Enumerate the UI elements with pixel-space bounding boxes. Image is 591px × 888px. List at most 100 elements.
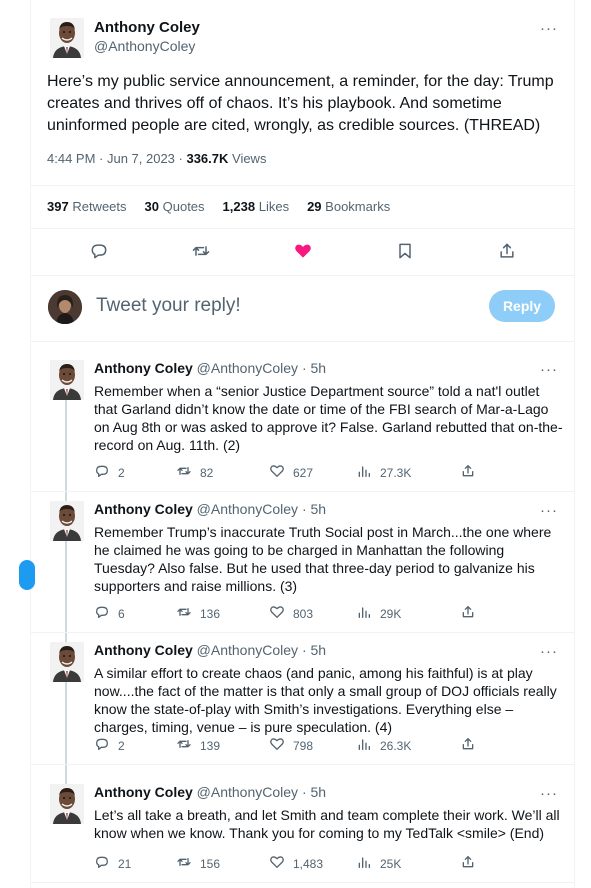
views-action[interactable]: 29K [356,604,401,623]
bookmark-icon[interactable] [394,240,416,262]
like-action[interactable]: 627 [269,463,313,482]
views-count: 26.3K [380,738,412,753]
share-icon[interactable] [460,604,476,623]
share-icon[interactable] [460,463,476,482]
retweet-action[interactable]: 82 [176,463,213,482]
more-icon[interactable]: ··· [540,503,558,518]
views-action[interactable]: 26.3K [356,736,411,755]
views-icon[interactable] [356,854,372,873]
avatar[interactable] [50,360,84,400]
author-name[interactable]: Anthony Coley [94,501,193,517]
like-icon[interactable] [269,736,285,755]
views-icon[interactable] [356,463,372,482]
divider [30,228,575,229]
retweet-count: 156 [200,856,221,871]
reply-action-bar: 21 156 1,483 25K [94,854,484,872]
reply-header: Anthony Coley @AnthonyColey · 5h [94,784,326,800]
reply-action[interactable]: 2 [94,736,125,755]
author-handle[interactable]: @AnthonyColey · 5h [197,360,326,376]
reply-button[interactable]: Reply [489,290,555,322]
quotes-stat[interactable]: 30 Quotes [145,199,205,214]
share-action[interactable] [460,736,476,755]
reply-action[interactable]: 21 [94,854,131,873]
views-action[interactable]: 25K [356,854,401,873]
retweet-count: 136 [200,606,221,621]
like-action[interactable]: 798 [269,736,313,755]
bookmarks-stat[interactable]: 29 Bookmarks [307,199,390,214]
share-action[interactable] [460,463,476,482]
reply-action[interactable]: 6 [94,604,125,623]
reply-action-bar: 6 136 803 29K [94,604,484,622]
share-action[interactable] [460,854,476,873]
likes-stat[interactable]: 1,238 Likes [223,199,290,214]
like-count: 803 [293,606,314,621]
thread-connector [65,541,67,643]
retweet-action[interactable]: 139 [176,736,220,755]
more-icon[interactable]: ··· [540,644,558,659]
retweet-icon[interactable] [176,463,192,482]
retweet-action[interactable]: 156 [176,854,220,873]
retweet-icon[interactable] [176,854,192,873]
like-count: 798 [293,738,314,753]
like-action[interactable]: 803 [269,604,313,623]
like-icon[interactable] [292,240,314,262]
views-icon[interactable] [356,604,372,623]
retweet-action[interactable]: 136 [176,604,220,623]
reply-count: 2 [118,465,125,480]
author-handle[interactable]: @AnthonyColey · 5h [197,501,326,517]
divider [30,632,575,633]
like-action[interactable]: 1,483 [269,854,323,873]
more-icon[interactable]: ··· [540,362,558,377]
more-icon[interactable]: ··· [540,786,558,801]
share-icon[interactable] [460,854,476,873]
reply-count: 2 [118,738,125,753]
author-name[interactable]: Anthony Coley [94,360,193,376]
avatar[interactable] [50,18,84,58]
author-handle[interactable]: @AnthonyColey [94,38,195,54]
retweet-icon[interactable] [176,736,192,755]
like-count: 627 [293,465,314,480]
reply-input[interactable]: Tweet your reply! [96,295,241,317]
share-action[interactable] [460,604,476,623]
reply-icon[interactable] [88,240,110,262]
author-name[interactable]: Anthony Coley [94,784,193,800]
avatar[interactable] [50,784,84,824]
divider [30,341,575,342]
reply-icon[interactable] [94,463,110,482]
author-name[interactable]: Anthony Coley [94,642,193,658]
reply-count: 6 [118,606,125,621]
views-action[interactable]: 27.3K [356,463,411,482]
avatar[interactable] [50,642,84,682]
divider [30,275,575,276]
retweet-icon[interactable] [176,604,192,623]
reply-action-bar: 2 139 798 26.3K [94,736,484,754]
divider [30,764,575,765]
author-handle[interactable]: @AnthonyColey · 5h [197,784,326,800]
views-count: 25K [380,856,402,871]
reply-action[interactable]: 2 [94,463,125,482]
retweets-stat[interactable]: 397 Retweets [47,199,127,214]
like-icon[interactable] [269,604,285,623]
author-handle[interactable]: @AnthonyColey · 5h [197,642,326,658]
views-icon[interactable] [356,736,372,755]
like-icon[interactable] [269,854,285,873]
reply-icon[interactable] [94,604,110,623]
tweet-stats: 397 Retweets 30 Quotes 1,238 Likes 29 Bo… [47,199,390,214]
reply-text: A similar effort to create chaos (and pa… [94,665,557,735]
retweet-icon[interactable] [190,240,212,262]
share-icon[interactable] [496,240,518,262]
like-icon[interactable] [269,463,285,482]
user-avatar[interactable] [48,290,82,324]
reply-icon[interactable] [94,736,110,755]
avatar[interactable] [50,501,84,541]
reply-text: Remember when a “senior Justice Departme… [94,383,563,453]
share-icon[interactable] [460,736,476,755]
scroll-indicator[interactable] [19,560,35,590]
reply-header: Anthony Coley @AnthonyColey · 5h [94,642,326,658]
reply-header: Anthony Coley @AnthonyColey · 5h [94,501,326,517]
tweet-timestamp[interactable]: 4:44 PM · Jun 7, 2023 · [47,151,186,166]
reply-icon[interactable] [94,854,110,873]
author-name[interactable]: Anthony Coley [94,19,200,36]
like-count: 1,483 [293,856,324,871]
more-icon[interactable]: ··· [540,21,558,36]
